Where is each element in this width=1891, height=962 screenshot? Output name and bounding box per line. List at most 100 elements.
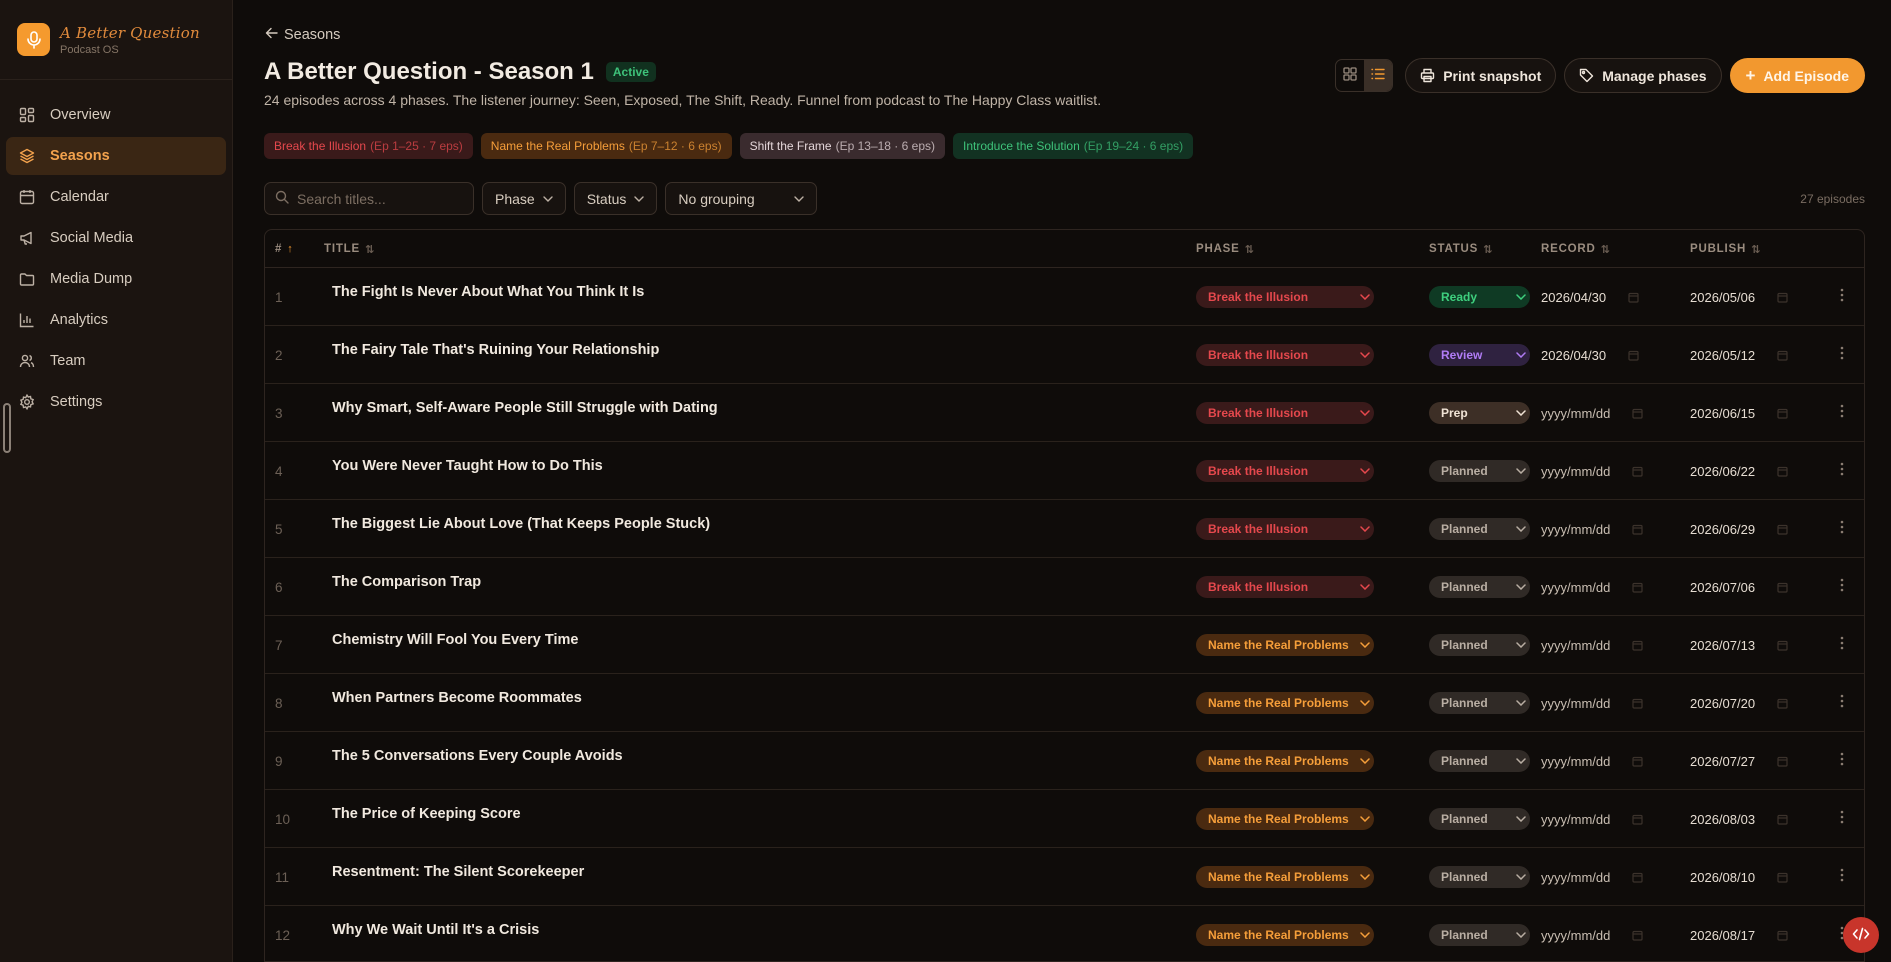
code-toggle-button[interactable]: [1843, 917, 1879, 953]
table-row[interactable]: 10 The Price of Keeping Score Name the R…: [265, 790, 1864, 848]
record-date-input[interactable]: yyyy/mm/dd: [1541, 464, 1643, 479]
phase-select[interactable]: Break the Illusion: [1196, 460, 1374, 482]
record-date-input[interactable]: 2026/04/30: [1541, 348, 1639, 363]
sidebar-item-team[interactable]: Team: [6, 342, 226, 380]
calendar-icon[interactable]: [1628, 350, 1639, 361]
row-more-button[interactable]: [1840, 384, 1844, 442]
row-more-button[interactable]: [1840, 732, 1844, 790]
status-select[interactable]: Planned: [1429, 460, 1530, 482]
sidebar-item-settings[interactable]: Settings: [6, 383, 226, 421]
episode-title[interactable]: The Biggest Lie About Love (That Keeps P…: [332, 495, 710, 553]
sidebar-item-overview[interactable]: Overview: [6, 96, 226, 134]
calendar-icon[interactable]: [1777, 408, 1788, 419]
status-select[interactable]: Planned: [1429, 750, 1530, 772]
status-select[interactable]: Planned: [1429, 924, 1530, 946]
calendar-icon[interactable]: [1632, 698, 1643, 709]
record-date-input[interactable]: yyyy/mm/dd: [1541, 522, 1643, 537]
phase-select[interactable]: Name the Real Problems: [1196, 866, 1374, 888]
calendar-icon[interactable]: [1632, 872, 1643, 883]
phase-select[interactable]: Name the Real Problems: [1196, 750, 1374, 772]
calendar-icon[interactable]: [1777, 466, 1788, 477]
column-header-phase[interactable]: PHASE ⇅: [1196, 230, 1255, 268]
calendar-icon[interactable]: [1777, 582, 1788, 593]
calendar-icon[interactable]: [1632, 930, 1643, 941]
episode-title[interactable]: Why Smart, Self-Aware People Still Strug…: [332, 379, 718, 437]
record-date-input[interactable]: yyyy/mm/dd: [1541, 870, 1643, 885]
phase-select[interactable]: Name the Real Problems: [1196, 924, 1374, 946]
row-more-button[interactable]: [1840, 558, 1844, 616]
publish-date-input[interactable]: 2026/05/06: [1690, 290, 1788, 305]
column-header-status[interactable]: STATUS ⇅: [1429, 230, 1493, 268]
record-date-input[interactable]: 2026/04/30: [1541, 290, 1639, 305]
calendar-icon[interactable]: [1632, 582, 1643, 593]
publish-date-input[interactable]: 2026/05/12: [1690, 348, 1788, 363]
publish-date-input[interactable]: 2026/07/13: [1690, 638, 1788, 653]
table-row[interactable]: 6 The Comparison Trap Break the Illusion…: [265, 558, 1864, 616]
episode-title[interactable]: The Fight Is Never About What You Think …: [332, 263, 644, 321]
status-filter-dropdown[interactable]: Status: [573, 182, 658, 215]
sidebar-scroll-handle[interactable]: [3, 403, 11, 453]
calendar-icon[interactable]: [1632, 408, 1643, 419]
calendar-icon[interactable]: [1777, 640, 1788, 651]
table-row[interactable]: 8 When Partners Become Roommates Name th…: [265, 674, 1864, 732]
list-view-button[interactable]: [1364, 60, 1393, 91]
status-select[interactable]: Ready: [1429, 286, 1530, 308]
sidebar-item-calendar[interactable]: Calendar: [6, 178, 226, 216]
publish-date-input[interactable]: 2026/08/10: [1690, 870, 1788, 885]
column-header-record[interactable]: RECORD ⇅: [1541, 230, 1611, 268]
publish-date-input[interactable]: 2026/06/15: [1690, 406, 1788, 421]
phase-select[interactable]: Break the Illusion: [1196, 576, 1374, 598]
table-row[interactable]: 9 The 5 Conversations Every Couple Avoid…: [265, 732, 1864, 790]
column-header-publish[interactable]: PUBLISH ⇅: [1690, 230, 1761, 268]
record-date-input[interactable]: yyyy/mm/dd: [1541, 580, 1643, 595]
status-select[interactable]: Planned: [1429, 576, 1530, 598]
sidebar-item-analytics[interactable]: Analytics: [6, 301, 226, 339]
status-select[interactable]: Planned: [1429, 634, 1530, 656]
row-more-button[interactable]: [1840, 616, 1844, 674]
episode-title[interactable]: When Partners Become Roommates: [332, 669, 582, 727]
episode-title[interactable]: Chemistry Will Fool You Every Time: [332, 611, 578, 669]
publish-date-input[interactable]: 2026/07/27: [1690, 754, 1788, 769]
table-row[interactable]: 5 The Biggest Lie About Love (That Keeps…: [265, 500, 1864, 558]
record-date-input[interactable]: yyyy/mm/dd: [1541, 638, 1643, 653]
row-more-button[interactable]: [1840, 674, 1844, 732]
table-row[interactable]: 3 Why Smart, Self-Aware People Still Str…: [265, 384, 1864, 442]
calendar-icon[interactable]: [1777, 872, 1788, 883]
calendar-icon[interactable]: [1777, 698, 1788, 709]
record-date-input[interactable]: yyyy/mm/dd: [1541, 754, 1643, 769]
phase-select[interactable]: Name the Real Problems: [1196, 808, 1374, 830]
publish-date-input[interactable]: 2026/07/20: [1690, 696, 1788, 711]
publish-date-input[interactable]: 2026/06/29: [1690, 522, 1788, 537]
grid-view-button[interactable]: [1336, 60, 1364, 91]
record-date-input[interactable]: yyyy/mm/dd: [1541, 696, 1643, 711]
phase-chip-introduce-the-solution[interactable]: Introduce the Solution (Ep 19–24 · 6 eps…: [953, 133, 1194, 159]
episode-title[interactable]: The Price of Keeping Score: [332, 785, 521, 843]
publish-date-input[interactable]: 2026/07/06: [1690, 580, 1788, 595]
phase-filter-dropdown[interactable]: Phase: [482, 182, 566, 215]
episode-title[interactable]: You Were Never Taught How to Do This: [332, 437, 603, 495]
calendar-icon[interactable]: [1777, 524, 1788, 535]
calendar-icon[interactable]: [1632, 640, 1643, 651]
calendar-icon[interactable]: [1632, 524, 1643, 535]
back-to-seasons-link[interactable]: Seasons: [265, 27, 340, 43]
phase-chip-name-the-real-problems[interactable]: Name the Real Problems (Ep 7–12 · 6 eps): [480, 133, 732, 159]
status-select[interactable]: Prep: [1429, 402, 1530, 424]
calendar-icon[interactable]: [1777, 292, 1788, 303]
status-select[interactable]: Planned: [1429, 866, 1530, 888]
phase-select[interactable]: Break the Illusion: [1196, 344, 1374, 366]
calendar-icon[interactable]: [1632, 466, 1643, 477]
publish-date-input[interactable]: 2026/08/17: [1690, 928, 1788, 943]
record-date-input[interactable]: yyyy/mm/dd: [1541, 928, 1643, 943]
row-more-button[interactable]: [1840, 848, 1844, 906]
phase-select[interactable]: Name the Real Problems: [1196, 634, 1374, 656]
sidebar-item-social-media[interactable]: Social Media: [6, 219, 226, 257]
publish-date-input[interactable]: 2026/06/22: [1690, 464, 1788, 479]
phase-select[interactable]: Break the Illusion: [1196, 518, 1374, 540]
phase-chip-shift-the-frame[interactable]: Shift the Frame (Ep 13–18 · 6 eps): [739, 133, 945, 159]
table-row[interactable]: 11 Resentment: The Silent Scorekeeper Na…: [265, 848, 1864, 906]
episode-title[interactable]: The Fairy Tale That's Ruining Your Relat…: [332, 321, 659, 379]
sidebar-item-seasons[interactable]: Seasons: [6, 137, 226, 175]
phase-select[interactable]: Break the Illusion: [1196, 402, 1374, 424]
row-more-button[interactable]: [1840, 442, 1844, 500]
status-select[interactable]: Planned: [1429, 692, 1530, 714]
